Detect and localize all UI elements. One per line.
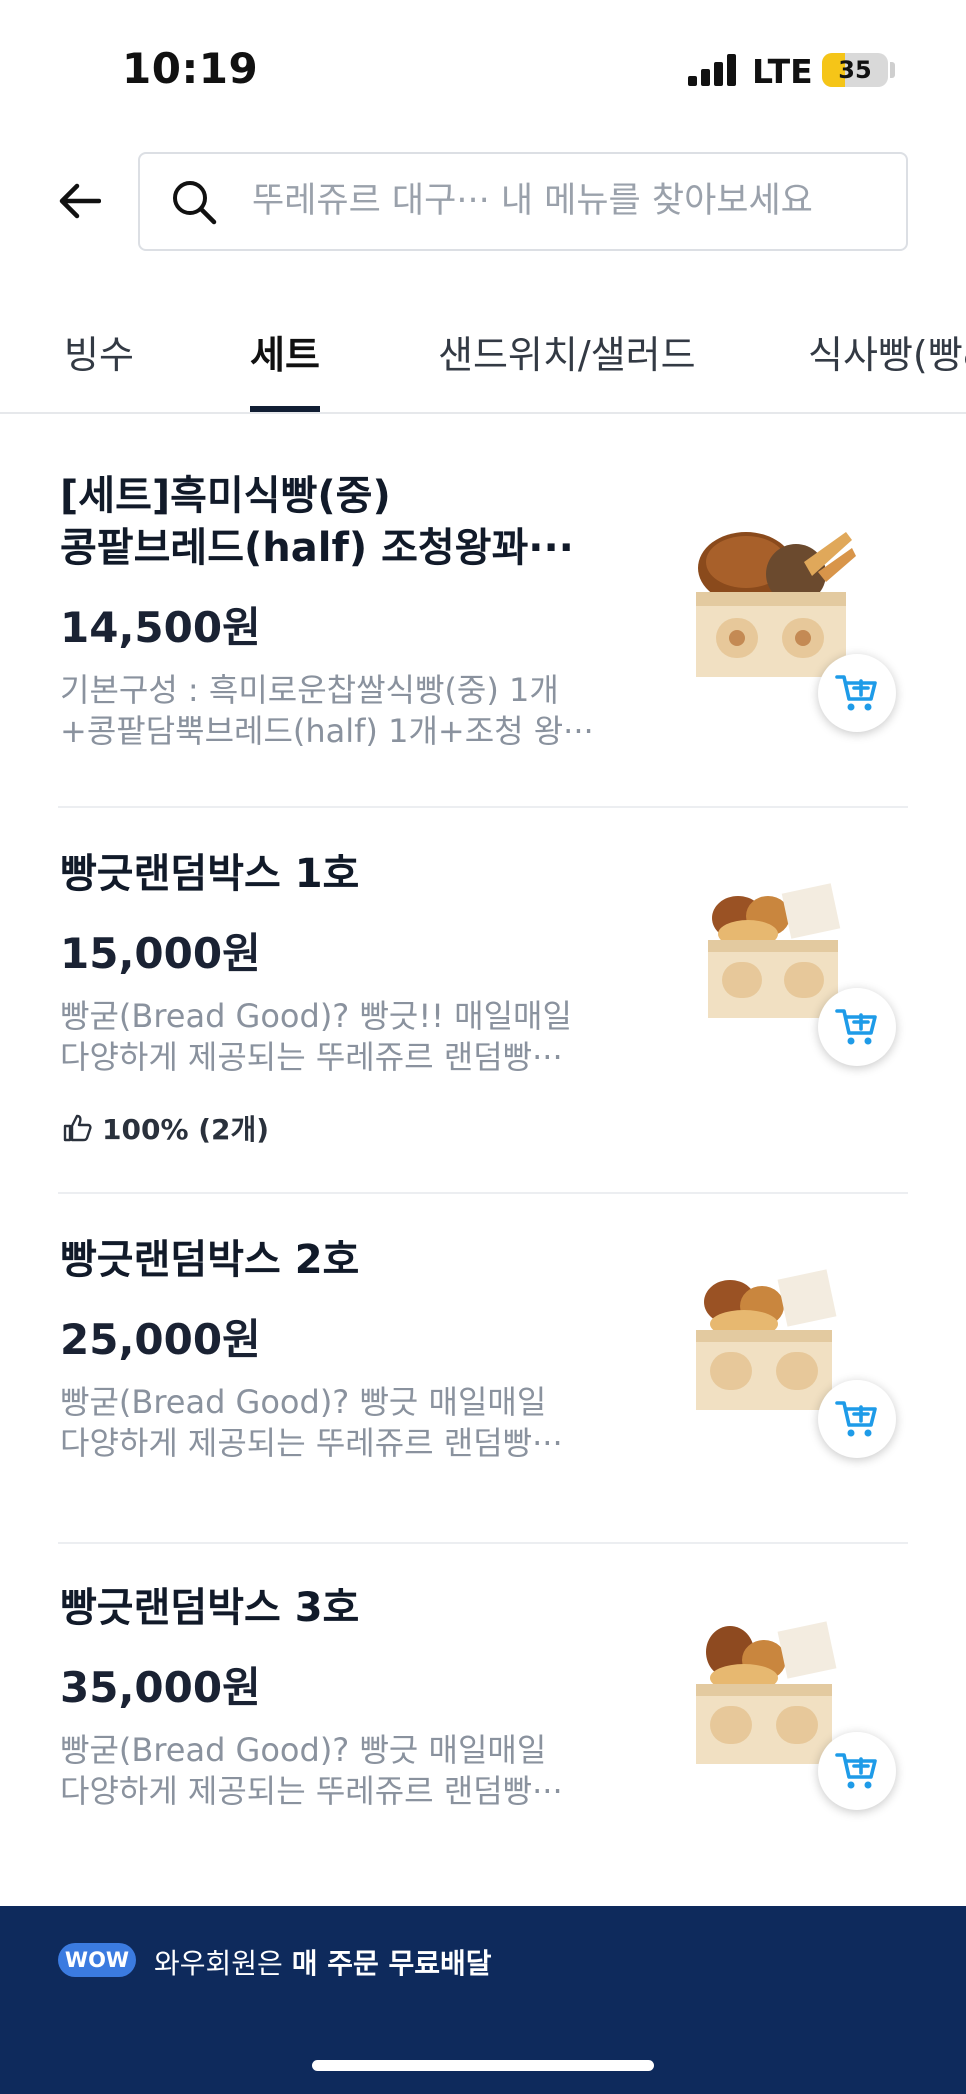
product-name-line2: 콩팥브레드(half) 조청왕꽈···: [60, 525, 574, 571]
product-price: 25,000원: [60, 1315, 261, 1364]
product-price: 15,000원: [60, 929, 261, 978]
category-tabs: 빙수 세트 샌드위치/샐러드 식사빵(빵&: [0, 300, 966, 414]
battery-tip: [890, 62, 895, 78]
product-name: [세트]흑미식빵(중): [60, 473, 391, 519]
tab-sandwich-salad[interactable]: 샌드위치/샐러드: [438, 324, 696, 379]
product-description: 빵굳(Bread Good)? 빵긋 매일매일: [60, 1383, 547, 1421]
rating-text: 100% (2개): [102, 1113, 270, 1146]
arrow-left-icon: [59, 183, 101, 219]
product-description-line2: 다양하게 제공되는 뚜레쥬르 랜덤빵···: [60, 1772, 563, 1810]
tab-set[interactable]: 세트: [250, 324, 320, 379]
battery-level: 35: [838, 56, 872, 84]
product-name: 빵긋랜덤박스 2호: [60, 1237, 360, 1283]
search-icon: [173, 181, 217, 225]
list-item[interactable]: 빵긋랜덤박스 3호 35,000원 빵굳(Bread Good)? 빵긋 매일매…: [58, 1544, 908, 1906]
battery-icon: 35: [822, 53, 888, 87]
product-rating: 100% (2개): [62, 1108, 269, 1148]
add-to-cart-button[interactable]: [818, 654, 896, 732]
add-to-cart-button[interactable]: [818, 988, 896, 1066]
product-price: 14,500원: [60, 603, 261, 652]
thumbs-up-icon: [63, 1114, 92, 1142]
banner-text: 와우회원은 매 주문 무료배달: [154, 1942, 492, 1982]
product-description-line2: +콩팥담뿍브레드(half) 1개+조청 왕···: [60, 712, 594, 750]
add-to-cart-button[interactable]: [818, 1380, 896, 1458]
active-tab-indicator: [250, 406, 320, 412]
product-description: 빵굳(Bread Good)? 빵긋 매일매일: [60, 1731, 547, 1769]
list-item[interactable]: 빵긋랜덤박스 1호 15,000원 빵굳(Bread Good)? 빵긋!! 매…: [58, 808, 908, 1194]
signal-icon: [688, 54, 736, 86]
product-description-line2: 다양하게 제공되는 뚜레쥬르 랜덤빵···: [60, 1038, 563, 1076]
home-indicator: [312, 2060, 654, 2071]
product-name: 빵긋랜덤박스 1호: [60, 851, 360, 897]
back-button[interactable]: [54, 176, 104, 226]
product-name: 빵긋랜덤박스 3호: [60, 1585, 360, 1631]
tab-meal-bread[interactable]: 식사빵(빵&: [808, 324, 966, 379]
network-label: LTE: [752, 52, 813, 91]
add-to-cart-button[interactable]: [818, 1732, 896, 1810]
wow-badge: WOW: [58, 1943, 136, 1977]
status-time: 10:19: [122, 44, 259, 93]
cart-add-icon: [835, 675, 877, 711]
cart-add-icon: [835, 1753, 877, 1789]
banner-text-normal: 와우회원은: [154, 1947, 292, 1980]
list-item[interactable]: 빵긋랜덤박스 2호 25,000원 빵굳(Bread Good)? 빵긋 매일매…: [58, 1194, 908, 1544]
product-price: 35,000원: [60, 1663, 261, 1712]
search-input[interactable]: [252, 170, 872, 232]
status-bar: 10:19 LTE 35: [0, 0, 966, 140]
cart-add-icon: [835, 1009, 877, 1045]
list-item[interactable]: [세트]흑미식빵(중) 콩팥브레드(half) 조청왕꽈··· 14,500원 …: [58, 414, 908, 808]
tab-bingsu[interactable]: 빙수: [64, 324, 134, 379]
product-description: 빵굳(Bread Good)? 빵긋!! 매일매일: [60, 997, 572, 1035]
product-description-line2: 다양하게 제공되는 뚜레쥬르 랜덤빵···: [60, 1424, 563, 1462]
product-description: 기본구성 : 흑미로운찹쌀식빵(중) 1개: [60, 671, 559, 709]
banner-text-bold: 매 주문 무료배달: [291, 1947, 492, 1980]
search-box[interactable]: [138, 152, 908, 251]
cart-add-icon: [835, 1401, 877, 1437]
wow-membership-banner[interactable]: WOW 와우회원은 매 주문 무료배달: [0, 1906, 966, 2094]
